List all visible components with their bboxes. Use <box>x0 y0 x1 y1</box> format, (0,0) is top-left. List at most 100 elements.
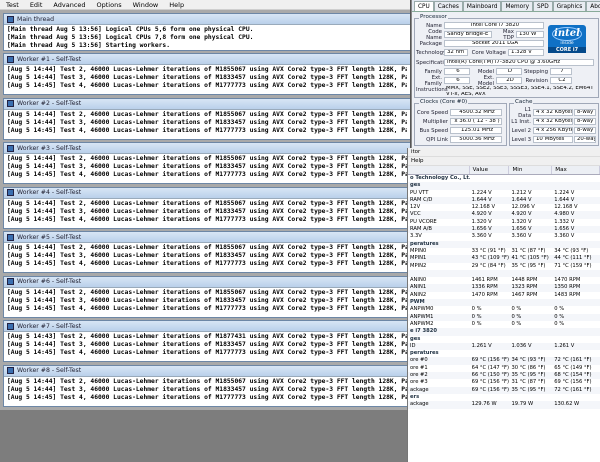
sensor-group-row[interactable]: o Technology Co., Lt... <box>408 175 600 182</box>
worker-window[interactable]: Worker #3 - Self-Test [Aug 5 14:44] Test … <box>3 142 410 184</box>
sensor-row[interactable]: ANPWM2 0 % 0 % 0 % <box>408 321 600 328</box>
sensor-group-row[interactable] <box>408 269 600 278</box>
tab-spd[interactable]: SPD <box>533 1 553 11</box>
tab-memory[interactable]: Memory <box>501 1 534 11</box>
sensor-name: ers <box>410 393 420 400</box>
log-line: [Main thread Aug 5 13:56] Logical CPUs 7… <box>7 34 254 41</box>
tab-cpu[interactable]: CPU <box>414 1 434 11</box>
hwmonitor-menu-help[interactable]: Help <box>408 157 600 166</box>
hwmonitor-title-fragment: itor <box>408 148 600 157</box>
sensor-max: 12.168 V <box>554 204 578 211</box>
log-line: [Aug 5 14:45] Test 4, 46000 Lucas-Lehmer… <box>7 171 407 178</box>
log-line: [Aug 5 14:43] Test 2, 46000 Lucas-Lehmer… <box>7 333 407 340</box>
main-thread-title: Main thread <box>17 15 55 23</box>
sensor-row[interactable]: MPIN0 33 °C (91 °F) 31 °C (87 °F) 34 °C (93… <box>408 248 600 255</box>
column-max[interactable]: Max <box>552 166 600 174</box>
sensor-row[interactable]: MPIN1 43 °C (109 °F) 41 °C (105 °F) 44 °C (… <box>408 255 600 263</box>
worker-titlebar[interactable]: Worker #4 - Self-Test <box>4 187 410 199</box>
tab-caches[interactable]: Caches <box>433 1 463 11</box>
column-value[interactable]: Value <box>470 166 510 174</box>
sensor-min: 1323 RPM <box>511 284 538 291</box>
sensor-row[interactable]: ore #2 66 °C (150 °F) 35 °C (95 °F) 68 °C (… <box>408 372 600 380</box>
sensor-max: 69 °C (156 °F) <box>554 379 592 386</box>
menu-advanced[interactable]: Advanced <box>53 0 85 10</box>
sensor-value: 129.76 W <box>471 401 497 408</box>
log-line: [Aug 5 14:44] Test 3, 46000 Lucas-Lehmer… <box>7 163 407 170</box>
main-thread-window[interactable]: Main thread [Main thread Aug 5 13:56] Lo… <box>3 13 410 51</box>
menu-edit[interactable]: Edit <box>30 0 43 10</box>
worker-titlebar[interactable]: Worker #2 - Self-Test <box>4 98 410 110</box>
tab-mainboard[interactable]: Mainboard <box>462 1 502 11</box>
worker-titlebar[interactable]: Worker #8 - Self-Test <box>4 365 410 377</box>
sensor-group-row[interactable]: ers <box>408 394 600 401</box>
worker-log: [Aug 5 14:44] Test 2, 46000 Lucas-Lehmer… <box>4 288 410 314</box>
tab-graphics[interactable]: Graphics <box>552 1 587 11</box>
worker-titlebar[interactable]: Worker #6 - Self-Test <box>4 276 410 288</box>
sensor-min <box>509 241 552 248</box>
sensor-row[interactable]: PU VCORE 1.320 V 1.320 V 1.332 V <box>408 219 600 226</box>
sensor-row[interactable]: ore #1 64 °C (147 °F) 30 °C (86 °F) 65 °C (… <box>408 365 600 372</box>
ext-family-value: 6 <box>444 77 470 84</box>
ext-model-value: 2D <box>496 77 522 84</box>
sensor-row[interactable]: RAM C/D 1.644 V 1.644 V 1.644 V <box>408 196 600 205</box>
menu-help[interactable]: Help <box>169 0 184 10</box>
sensor-row[interactable]: RAM A/B 1.656 V 1.656 V 1.656 V <box>408 226 600 234</box>
tab-about[interactable]: About <box>586 1 600 11</box>
sensor-max: 130.62 W <box>554 401 580 408</box>
sensor-row[interactable]: ANPWM0 0 % 0 % 0 % <box>408 306 600 313</box>
sensor-group-row[interactable]: ges <box>408 336 600 343</box>
worker-window[interactable]: Worker #6 - Self-Test [Aug 5 14:44] Test … <box>3 275 410 318</box>
sensor-row[interactable]: ANIN1 1336 RPM 1323 RPM 1350 RPM <box>408 284 600 292</box>
worker-window[interactable]: Worker #1 - Self-Test [Aug 5 14:44] Test … <box>3 53 410 95</box>
sensor-row[interactable]: ANPWM1 0 % 0 % 0 % <box>408 313 600 321</box>
worker-log: [Aug 5 14:44] Test 2, 46000 Lucas-Lehmer… <box>4 199 410 225</box>
sensor-group-row[interactable]: e i7 3820 <box>408 328 600 336</box>
sensor-value <box>470 270 510 277</box>
qpi-link-label: QPI Link <box>426 136 448 143</box>
cache-label: L1 Inst. <box>511 118 531 125</box>
core-voltage-label: Core Voltage <box>471 49 506 56</box>
sensor-row[interactable]: 12V 12.168 V 12.096 V 12.168 V <box>408 204 600 211</box>
sensor-min: 35 °C (95 °F) <box>511 262 546 269</box>
column-min[interactable]: Min <box>509 166 553 174</box>
column-sensor[interactable] <box>408 166 470 174</box>
sensor-row[interactable]: MPIN2 29 °C (84 °F) 35 °C (95 °F) 71 °C (15… <box>408 263 600 270</box>
ext-model-label: Ext. Model <box>477 74 494 87</box>
sensor-row[interactable]: PU VTT 1.224 V 1.212 V 1.224 V <box>408 190 600 197</box>
worker-titlebar[interactable]: Worker #7 - Self-Test <box>4 321 410 332</box>
main-thread-titlebar[interactable]: Main thread <box>4 14 410 25</box>
sensor-name: 12V <box>410 204 421 211</box>
sensor-name: ANIN0 <box>410 277 427 284</box>
worker-window[interactable]: Worker #5 - Self-Test [Aug 5 14:44] Test … <box>3 231 410 273</box>
worker-window[interactable]: Worker #2 - Self-Test [Aug 5 14:44] Test … <box>3 97 410 140</box>
worker-titlebar[interactable]: Worker #5 - Self-Test <box>4 232 410 243</box>
sensor-row[interactable]: 3.3V 3.360 V 3.360 V 3.360 V <box>408 233 600 240</box>
sensor-row[interactable]: ackage 129.76 W 19.79 W 130.62 W <box>408 401 600 409</box>
menu-test[interactable]: Test <box>6 0 19 10</box>
sensor-group-row[interactable]: ges <box>408 182 600 190</box>
sensor-group-row[interactable]: peratures <box>408 240 600 248</box>
worker-titlebar[interactable]: Worker #3 - Self-Test <box>4 143 410 154</box>
sensor-group-row[interactable]: peratures <box>408 350 600 357</box>
worker-window[interactable]: Worker #4 - Self-Test [Aug 5 14:44] Test … <box>3 186 410 229</box>
menu-window[interactable]: Window <box>133 0 159 10</box>
sensor-value: 1470 RPM <box>471 291 498 298</box>
cache-assoc: 20-way <box>574 136 596 143</box>
sensor-group-row[interactable]: PWM <box>408 299 600 307</box>
cache-legend: Cache <box>514 99 534 105</box>
sensor-row[interactable]: VCC 4.920 V 4.920 V 4.980 V <box>408 211 600 219</box>
bus-speed-label: Bus Speed <box>419 127 448 134</box>
log-line: [Aug 5 14:44] Test 3, 46000 Lucas-Lehmer… <box>7 252 407 259</box>
worker-window[interactable]: Worker #7 - Self-Test [Aug 5 14:43] Test … <box>3 320 410 362</box>
sensor-row[interactable]: ID 1.261 V 1.036 V 1.261 V <box>408 342 600 351</box>
sensor-max: 1.332 V <box>554 218 575 225</box>
sensor-row[interactable]: ackage 69 °C (156 °F) 35 °C (95 °F) 72 °C (… <box>408 386 600 394</box>
sensor-row[interactable]: ANIN2 1470 RPM 1467 RPM 1483 RPM <box>408 292 600 299</box>
sensor-row[interactable]: ore #0 69 °C (156 °F) 34 °C (93 °F) 72 °C (… <box>408 357 600 365</box>
menu-options[interactable]: Options <box>97 0 122 10</box>
sensor-value <box>470 182 510 189</box>
worker-window[interactable]: Worker #8 - Self-Test [Aug 5 14:44] Test … <box>3 364 410 407</box>
worker-titlebar[interactable]: Worker #1 - Self-Test <box>4 54 410 65</box>
sensor-row[interactable]: ANIN0 1461 RPM 1448 RPM 1470 RPM <box>408 277 600 284</box>
sensor-row[interactable]: ore #3 69 °C (156 °F) 31 °C (87 °F) 69 °C (… <box>408 379 600 386</box>
